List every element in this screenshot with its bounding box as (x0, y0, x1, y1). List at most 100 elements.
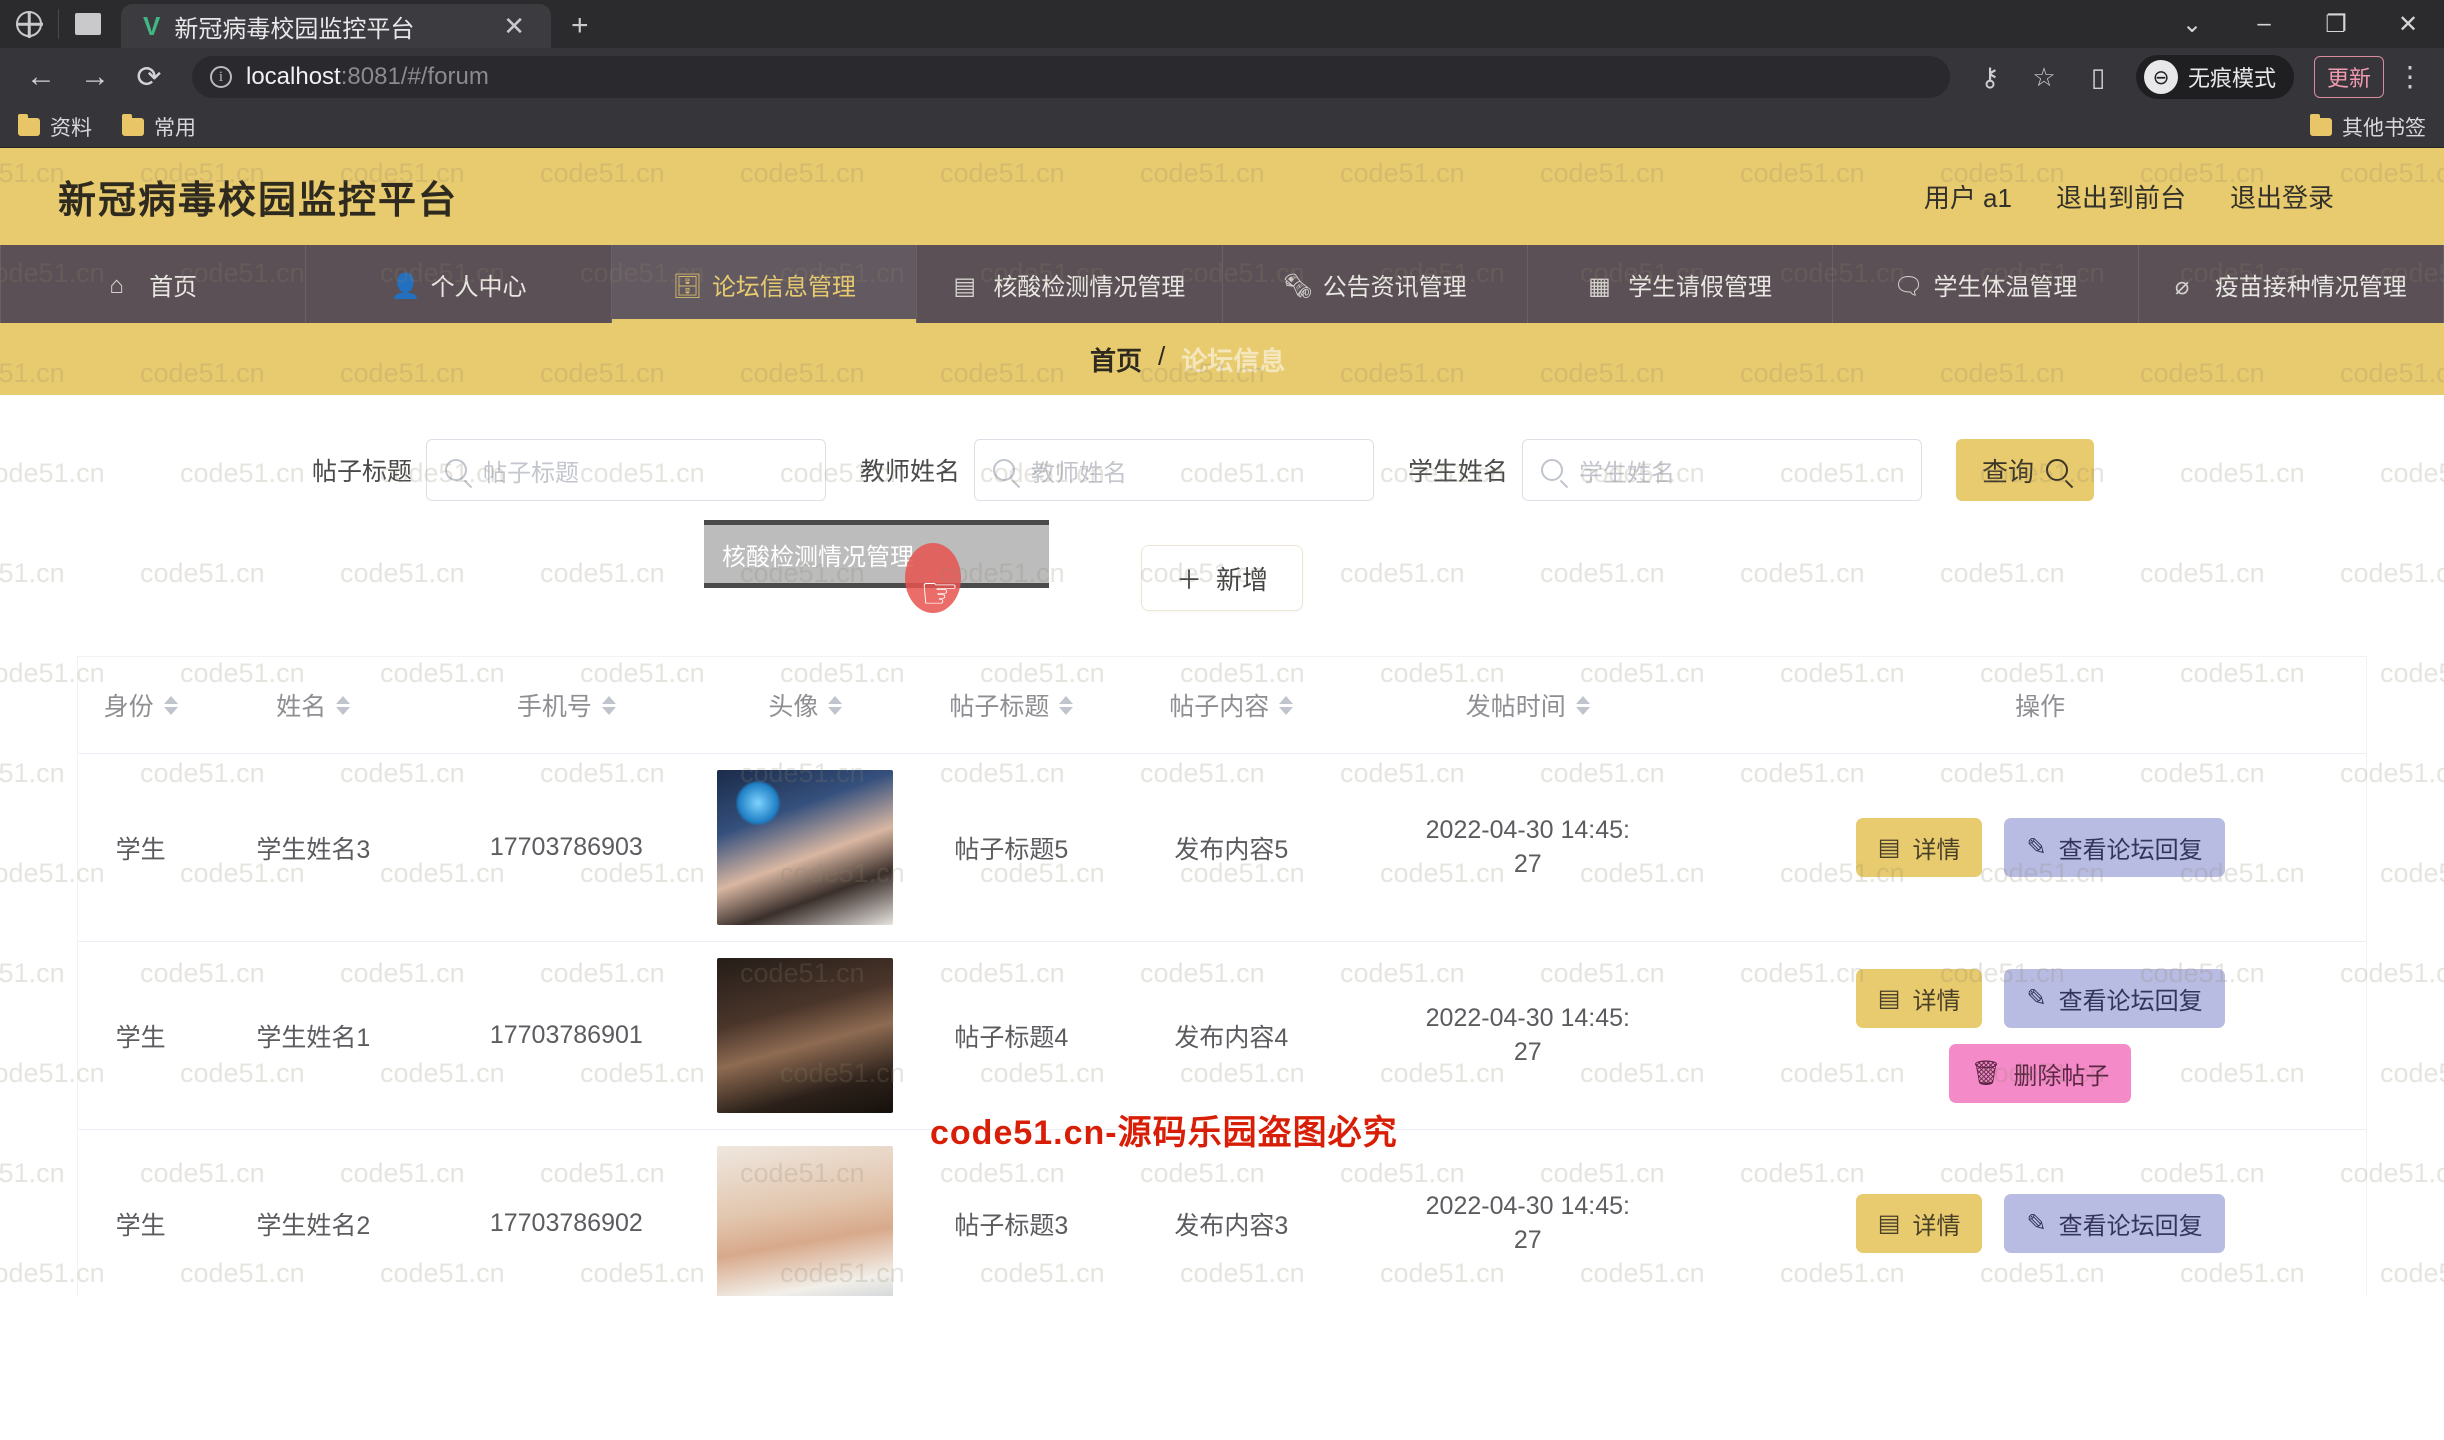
table-row: 学生 学生姓名1 17703786901 帖子标题4 发布内容4 2022-04-30 1… (78, 941, 2366, 1130)
search-field-2: 学生姓名 学生姓名 (1408, 439, 1923, 501)
update-button[interactable]: 更新 (2313, 56, 2384, 98)
new-tab-button[interactable]: + (551, 4, 609, 48)
info-icon[interactable]: i (210, 66, 232, 88)
nav-item-0[interactable]: ⌂ 首页 (0, 245, 307, 323)
browser-toolbar: ← → ⟳ i localhost:8081/#/forum ⚷ ☆ ▯ ⊖ 无… (0, 48, 2444, 106)
nav-item-3[interactable]: ▤ 核酸检测情况管理 (917, 245, 1223, 323)
nav-item-label: 核酸检测情况管理 (993, 273, 1186, 301)
search-input-0[interactable]: 帖子标题 (426, 439, 827, 501)
incognito-indicator[interactable]: ⊖ 无痕模式 (2135, 55, 2294, 99)
sort-arrows-icon[interactable] (1575, 695, 1590, 715)
side-panel-icon[interactable]: ▯ (2074, 62, 2122, 93)
column-header-6[interactable]: 发帖时间 (1341, 657, 1715, 754)
query-button-label: 查询 (1982, 456, 2035, 487)
sort-arrows-icon[interactable] (336, 695, 351, 715)
browser-menu-icon[interactable]: ⋮ (2390, 62, 2430, 90)
chevron-down-icon[interactable]: ⌄ (2156, 10, 2228, 39)
key-icon[interactable]: ⚷ (1966, 62, 2014, 93)
minimize-icon[interactable]: – (2228, 10, 2300, 38)
nav-item-2[interactable]: 🗄 论坛信息管理 (611, 245, 918, 323)
add-button[interactable]: ＋ 新增 (1140, 545, 1304, 611)
column-header-0[interactable]: 身份 (78, 657, 204, 754)
nav-item-4[interactable]: 🗞 公告资讯管理 (1223, 245, 1528, 323)
search-input-1[interactable]: 教师姓名 (974, 439, 1375, 501)
post-time-line1: 2022-04-30 14:45: (1425, 815, 1630, 844)
column-header-5[interactable]: 帖子内容 (1121, 657, 1342, 754)
action-button-detail[interactable]: ▤ 详情 (1855, 818, 1983, 877)
post-time-line2: 27 (1513, 849, 1542, 878)
detail-icon: ▤ (1877, 984, 1901, 1012)
search-field-1: 教师姓名 教师姓名 (860, 439, 1375, 501)
forward-icon[interactable]: → (68, 60, 122, 94)
cell-identity: 学生 (78, 1129, 204, 1296)
column-header-1[interactable]: 姓名 (203, 657, 424, 754)
column-header-3[interactable]: 头像 (709, 657, 902, 754)
action-button-reply[interactable]: ✎ 查看论坛回复 (2004, 818, 2225, 877)
nav-item-label: 个人中心 (430, 273, 527, 301)
maximize-icon[interactable]: ❐ (2300, 10, 2372, 39)
column-header-label: 发帖时间 (1465, 693, 1566, 721)
forum-icon: 🗄 (671, 273, 703, 300)
logout-link[interactable]: 退出登录 (2230, 178, 2334, 215)
search-field-label: 学生姓名 (1408, 458, 1509, 486)
sort-arrows-icon[interactable] (601, 695, 616, 715)
cell-avatar (709, 753, 902, 942)
incognito-label: 无痕模式 (2187, 66, 2276, 91)
search-input-2[interactable]: 学生姓名 (1522, 439, 1923, 501)
sort-arrows-icon[interactable] (828, 695, 843, 715)
browser-window: V 新冠病毒校园监控平台 ✕ + ⌄ – ❐ ✕ ← → ⟳ i localho… (0, 0, 2444, 1440)
action-button-label: 详情 (1912, 837, 1961, 864)
nav-item-6[interactable]: 🗨 学生体温管理 (1833, 245, 2139, 323)
reload-icon[interactable]: ⟳ (122, 60, 176, 95)
action-button-label: 查看论坛回复 (2058, 1213, 2203, 1240)
search-field-0: 帖子标题 帖子标题 (312, 439, 827, 501)
sort-arrows-icon[interactable] (1059, 695, 1074, 715)
news-icon: 🗞 (1282, 273, 1314, 300)
breadcrumb-home[interactable]: 首页 (1090, 341, 1142, 378)
breadcrumb-separator: / (1158, 340, 1166, 371)
close-icon[interactable]: ✕ (493, 11, 535, 42)
action-button-detail[interactable]: ▤ 详情 (1855, 1194, 1983, 1253)
exit-to-front-link[interactable]: 退出到前台 (2056, 178, 2186, 215)
cell-actions: ▤ 详情 ✎ 查看论坛回复 (1714, 1129, 2366, 1296)
other-bookmarks[interactable]: 其他书签 (2310, 112, 2426, 142)
nav-item-label: 学生请假管理 (1628, 273, 1773, 301)
temperature-icon: 🗨 (1893, 273, 1924, 300)
sort-arrows-icon[interactable] (1279, 695, 1294, 715)
sort-arrows-icon[interactable] (163, 695, 178, 715)
cell-post-time: 2022-04-30 14:45: 27 (1341, 753, 1715, 942)
folder-icon (18, 113, 40, 136)
nav-item-7[interactable]: ⌀ 疫苗接种情况管理 (2139, 245, 2444, 323)
detail-icon: ▤ (1877, 1210, 1901, 1237)
table-row: 学生 学生姓名2 17703786902 帖子标题3 发布内容3 2022-04-30 1… (78, 1129, 2366, 1296)
search-input-placeholder: 学生姓名 (1579, 459, 1676, 487)
cell-phone: 17703786902 (423, 1129, 710, 1296)
browser-tab[interactable]: V 新冠病毒校园监控平台 ✕ (121, 4, 551, 48)
nav-item-5[interactable]: ▦ 学生请假管理 (1528, 245, 1834, 323)
address-bar[interactable]: i localhost:8081/#/forum (192, 56, 1950, 98)
cell-avatar (709, 941, 902, 1130)
search-icon (993, 459, 1016, 481)
avatar (717, 958, 894, 1113)
action-button-detail[interactable]: ▤ 详情 (1855, 968, 1983, 1028)
window-close-icon[interactable]: ✕ (2372, 10, 2444, 39)
bookmark-item-0[interactable]: 资料 (18, 112, 92, 142)
column-header-2[interactable]: 手机号 (423, 657, 710, 754)
bookmark-star-icon[interactable]: ☆ (2020, 62, 2068, 93)
edit-icon: ✎ (2026, 1210, 2047, 1237)
bookmark-label: 常用 (154, 116, 196, 140)
breadcrumb-current: 论坛信息 (1181, 345, 1286, 376)
query-button[interactable]: 查询 (1956, 439, 2095, 501)
action-button-reply[interactable]: ✎ 查看论坛回复 (2004, 968, 2225, 1028)
action-button-del[interactable]: 🗑 删除帖子 (1948, 1043, 2132, 1103)
add-row: ＋ 新增 (0, 545, 2444, 611)
column-header-4[interactable]: 帖子标题 (901, 657, 1122, 754)
action-button-reply[interactable]: ✎ 查看论坛回复 (2004, 1194, 2225, 1253)
column-header-label: 操作 (2015, 693, 2066, 721)
back-icon[interactable]: ← (14, 60, 68, 94)
add-button-label: 新增 (1216, 564, 1269, 595)
table-header-row: 身份 姓名 手机号 头像 帖子标题 帖子内容 发帖时间 操作 (78, 657, 2366, 754)
tab-list-icon[interactable] (69, 0, 107, 48)
bookmark-item-1[interactable]: 常用 (122, 112, 196, 142)
nav-item-1[interactable]: 👤 个人中心 (306, 245, 612, 323)
